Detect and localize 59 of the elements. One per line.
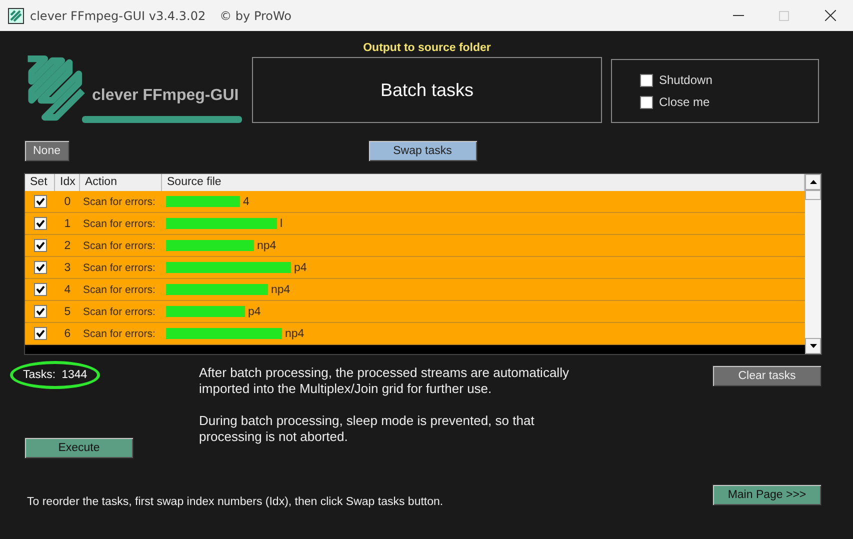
source-file-cell: np4	[257, 240, 276, 252]
row-checkbox[interactable]	[34, 217, 46, 230]
source-file-cell: p4	[248, 306, 261, 318]
row-checkbox[interactable]	[34, 305, 46, 318]
action-cell-text: Scan for errors:	[82, 328, 156, 340]
app-icon	[8, 8, 24, 24]
idx-cell-text: 5	[63, 306, 72, 318]
action-cell-text: Scan for errors:	[82, 262, 156, 274]
main-page-button[interactable]: Main Page >>>	[712, 484, 822, 506]
source-file-cell: 4	[243, 196, 250, 208]
info-paragraph: After batch processing, the processed streams are automatically imported into the Multiplex/Join grid for further use.	[199, 365, 570, 397]
task-row[interactable]: 0 Scan for errors: 4	[25, 191, 805, 213]
task-row[interactable]: 6 Scan for errors: np4	[25, 323, 805, 345]
action-cell-text: Scan for errors:	[82, 218, 156, 230]
window-title: clever FFmpeg-GUI v3.4.3.02	[30, 8, 206, 22]
task-row[interactable]: 1 Scan for errors: l	[25, 213, 805, 235]
source-file-cell: l	[280, 218, 283, 230]
action-cell-text: Scan for errors:	[82, 284, 156, 296]
idx-cell-text: 3	[63, 262, 72, 274]
scroll-down-icon	[810, 344, 816, 348]
task-row[interactable]: 3 Scan for errors: p4	[25, 257, 805, 279]
tasks-count-value: 1344	[62, 369, 88, 381]
close-icon	[824, 10, 836, 21]
info-paragraph: During batch processing, sleep mode is prevented, so that processing is not aborted.	[199, 413, 536, 445]
source-file-cell: np4	[271, 284, 290, 296]
action-cell-text: Scan for errors:	[82, 196, 156, 208]
task-row[interactable]: 2 Scan for errors: np4	[25, 235, 805, 257]
logo-text: clever FFmpeg-GUI	[92, 87, 239, 105]
tasks-count-label: Tasks:	[23, 369, 56, 381]
none-button[interactable]: None	[24, 140, 70, 162]
idx-cell-text: 1	[63, 218, 72, 230]
scrollbar-thumb[interactable]	[805, 190, 821, 200]
idx-cell-text: 0	[63, 196, 72, 208]
swap-tasks-button[interactable]: Swap tasks	[368, 140, 478, 162]
source-file-cell: np4	[285, 328, 304, 340]
idx-cell-text: 4	[63, 284, 72, 296]
idx-cell-text: 6	[63, 328, 72, 340]
row-checkbox[interactable]	[34, 327, 46, 340]
row-checkbox[interactable]	[34, 283, 46, 296]
row-checkbox[interactable]	[34, 239, 46, 252]
row-checkbox[interactable]	[34, 261, 46, 274]
option-checkbox[interactable]: Close me	[640, 95, 818, 109]
output-folder-label: Output to source folder	[363, 42, 491, 54]
idx-cell-text: 2	[63, 240, 72, 252]
page-title: Batch tasks	[380, 80, 474, 100]
option-checkbox[interactable]: Shutdown	[640, 73, 818, 87]
scroll-up-icon	[810, 180, 816, 184]
execute-button[interactable]: Execute	[24, 437, 134, 459]
action-cell-text: Scan for errors:	[82, 306, 156, 318]
scrollbar[interactable]	[805, 174, 821, 354]
action-cell-text: Scan for errors:	[82, 240, 156, 252]
maximize-icon	[779, 10, 789, 20]
clear-tasks-button[interactable]: Clear tasks	[712, 365, 822, 387]
row-checkbox[interactable]	[34, 195, 46, 208]
footer-hint: To reorder the tasks, first swap index numbers (Idx), then click Swap tasks button.	[27, 496, 444, 508]
source-file-cell: p4	[294, 262, 307, 274]
task-row[interactable]: 4 Scan for errors: np4	[25, 279, 805, 301]
task-row[interactable]: 5 Scan for errors: p4	[25, 301, 805, 323]
copyright-text: © by ProWo	[220, 8, 292, 22]
